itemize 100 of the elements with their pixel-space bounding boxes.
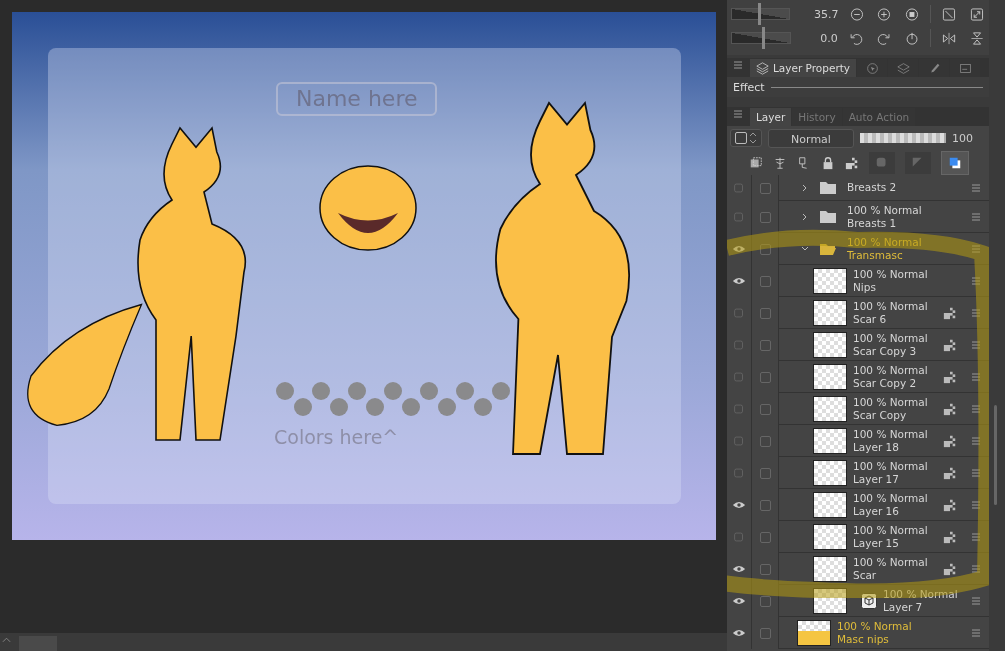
eye-icon[interactable] bbox=[732, 500, 746, 510]
eye-icon[interactable] bbox=[732, 276, 746, 286]
visibility-checkbox[interactable] bbox=[732, 404, 746, 414]
drag-handle-icon[interactable] bbox=[971, 595, 981, 606]
layer-name[interactable]: Layer 15 bbox=[853, 536, 937, 550]
drag-handle-icon[interactable] bbox=[971, 499, 981, 510]
expand-icon[interactable] bbox=[970, 5, 984, 23]
drag-handle-icon[interactable] bbox=[971, 403, 981, 414]
rotation-slider[interactable] bbox=[731, 27, 791, 49]
up-down-arrows-icon[interactable] bbox=[749, 132, 757, 144]
drag-handle-icon[interactable] bbox=[971, 211, 981, 222]
layer-color-toggle[interactable] bbox=[941, 150, 969, 175]
visibility-checkbox[interactable] bbox=[732, 212, 746, 222]
folder-icon bbox=[819, 241, 837, 256]
edit-checkbox[interactable] bbox=[759, 243, 771, 255]
layer-name[interactable]: Scar 6 bbox=[853, 312, 937, 326]
layer-name[interactable]: Layer 7 bbox=[883, 600, 965, 614]
layer-color-dropdown[interactable] bbox=[730, 129, 762, 147]
panel-icon bbox=[958, 61, 972, 75]
layer-property-tab[interactable]: Layer Property bbox=[750, 59, 857, 77]
zoom-out-icon[interactable] bbox=[849, 5, 864, 23]
layer-name[interactable]: Layer 18 bbox=[853, 440, 937, 454]
stop-icon[interactable] bbox=[905, 5, 920, 23]
drag-handle-icon[interactable] bbox=[971, 371, 981, 382]
drag-handle-icon[interactable] bbox=[971, 243, 981, 254]
edit-checkbox[interactable] bbox=[759, 595, 771, 607]
visibility-checkbox[interactable] bbox=[732, 532, 746, 542]
eye-icon[interactable] bbox=[732, 244, 746, 254]
layer-name[interactable]: Scar bbox=[853, 568, 937, 582]
visibility-checkbox[interactable] bbox=[732, 468, 746, 478]
caret-icon[interactable] bbox=[2, 637, 11, 643]
layer-thumbnail bbox=[813, 491, 847, 518]
visibility-checkbox[interactable] bbox=[732, 340, 746, 350]
layer-name[interactable]: Scar Copy bbox=[853, 408, 937, 422]
drag-handle-icon[interactable] bbox=[971, 627, 981, 638]
chevron-right-icon[interactable] bbox=[801, 212, 809, 221]
zoom-slider[interactable] bbox=[731, 3, 790, 25]
eye-icon[interactable] bbox=[732, 596, 746, 606]
edit-checkbox[interactable] bbox=[759, 275, 771, 287]
layer-blend-mode: 100 % Normal bbox=[853, 363, 929, 377]
edit-checkbox[interactable] bbox=[759, 499, 771, 511]
drag-handle-icon[interactable] bbox=[971, 435, 981, 446]
slider-thumb[interactable] bbox=[758, 3, 762, 25]
layer-blend-mode: 100 % Normal bbox=[853, 491, 929, 505]
edit-checkbox[interactable] bbox=[759, 339, 771, 351]
menu-icon[interactable] bbox=[733, 60, 743, 70]
reference-icon[interactable] bbox=[773, 155, 787, 170]
layer-name[interactable]: Transmasc bbox=[847, 248, 965, 262]
drag-handle-icon[interactable] bbox=[971, 182, 981, 193]
layer-name[interactable]: Masc nips bbox=[837, 632, 965, 646]
drag-handle-icon[interactable] bbox=[971, 563, 981, 574]
zoom-in-icon[interactable] bbox=[877, 5, 892, 23]
drag-handle-icon[interactable] bbox=[971, 339, 981, 350]
lock-transparency-icon[interactable] bbox=[845, 155, 859, 170]
panel-tab[interactable]: Layer bbox=[750, 108, 792, 126]
color-swatch-dot bbox=[348, 382, 366, 400]
edit-checkbox[interactable] bbox=[759, 371, 771, 383]
eye-icon[interactable] bbox=[732, 564, 746, 574]
layer-name[interactable]: Scar Copy 2 bbox=[853, 376, 937, 390]
mask-edit-toggle[interactable] bbox=[905, 151, 931, 174]
visibility-checkbox[interactable] bbox=[732, 372, 746, 382]
mask-toggle[interactable] bbox=[869, 151, 895, 174]
edit-checkbox[interactable] bbox=[759, 467, 771, 479]
layer-name[interactable]: Layer 16 bbox=[853, 504, 937, 518]
edit-checkbox[interactable] bbox=[759, 531, 771, 543]
menu-icon[interactable] bbox=[733, 109, 743, 119]
edit-checkbox[interactable] bbox=[759, 307, 771, 319]
drag-handle-icon[interactable] bbox=[971, 307, 981, 318]
layer-thumbnail bbox=[813, 363, 847, 390]
edit-checkbox[interactable] bbox=[759, 182, 771, 194]
edit-checkbox[interactable] bbox=[759, 627, 771, 639]
opacity-value[interactable]: 100 bbox=[952, 131, 973, 145]
edit-checkbox[interactable] bbox=[759, 403, 771, 415]
layer-name[interactable]: Nips bbox=[853, 280, 965, 294]
layer-name[interactable]: Layer 17 bbox=[853, 472, 937, 486]
layer-name[interactable]: Breasts 2 bbox=[847, 181, 965, 194]
blend-mode-dropdown[interactable]: Normal bbox=[768, 128, 854, 148]
layer-name[interactable]: Scar Copy 3 bbox=[853, 344, 937, 358]
fit-screen-icon[interactable] bbox=[942, 5, 957, 23]
eye-icon[interactable] bbox=[732, 628, 746, 638]
clip-icon[interactable] bbox=[749, 155, 763, 170]
layer-name[interactable]: Breasts 1 bbox=[847, 216, 965, 230]
drag-handle-icon[interactable] bbox=[971, 467, 981, 478]
visibility-checkbox[interactable] bbox=[732, 308, 746, 318]
layer-blend-mode: 100 % Normal bbox=[853, 395, 929, 409]
edit-checkbox[interactable] bbox=[759, 563, 771, 575]
slider-thumb[interactable] bbox=[762, 27, 765, 49]
chevron-down-icon[interactable] bbox=[801, 244, 809, 253]
scrollbar-thumb[interactable] bbox=[994, 405, 997, 505]
name-text-box: Name here bbox=[276, 82, 438, 116]
layer-blend-mode: 100 % Normal bbox=[853, 267, 929, 281]
drag-handle-icon[interactable] bbox=[971, 275, 981, 286]
drag-handle-icon[interactable] bbox=[971, 531, 981, 542]
lock-icon[interactable] bbox=[821, 155, 835, 170]
flip-vertical-icon[interactable] bbox=[969, 29, 984, 47]
edit-checkbox[interactable] bbox=[759, 211, 771, 223]
edit-checkbox[interactable] bbox=[759, 435, 771, 447]
chevron-right-icon[interactable] bbox=[801, 183, 809, 192]
visibility-checkbox[interactable] bbox=[732, 183, 746, 193]
visibility-checkbox[interactable] bbox=[732, 436, 746, 446]
